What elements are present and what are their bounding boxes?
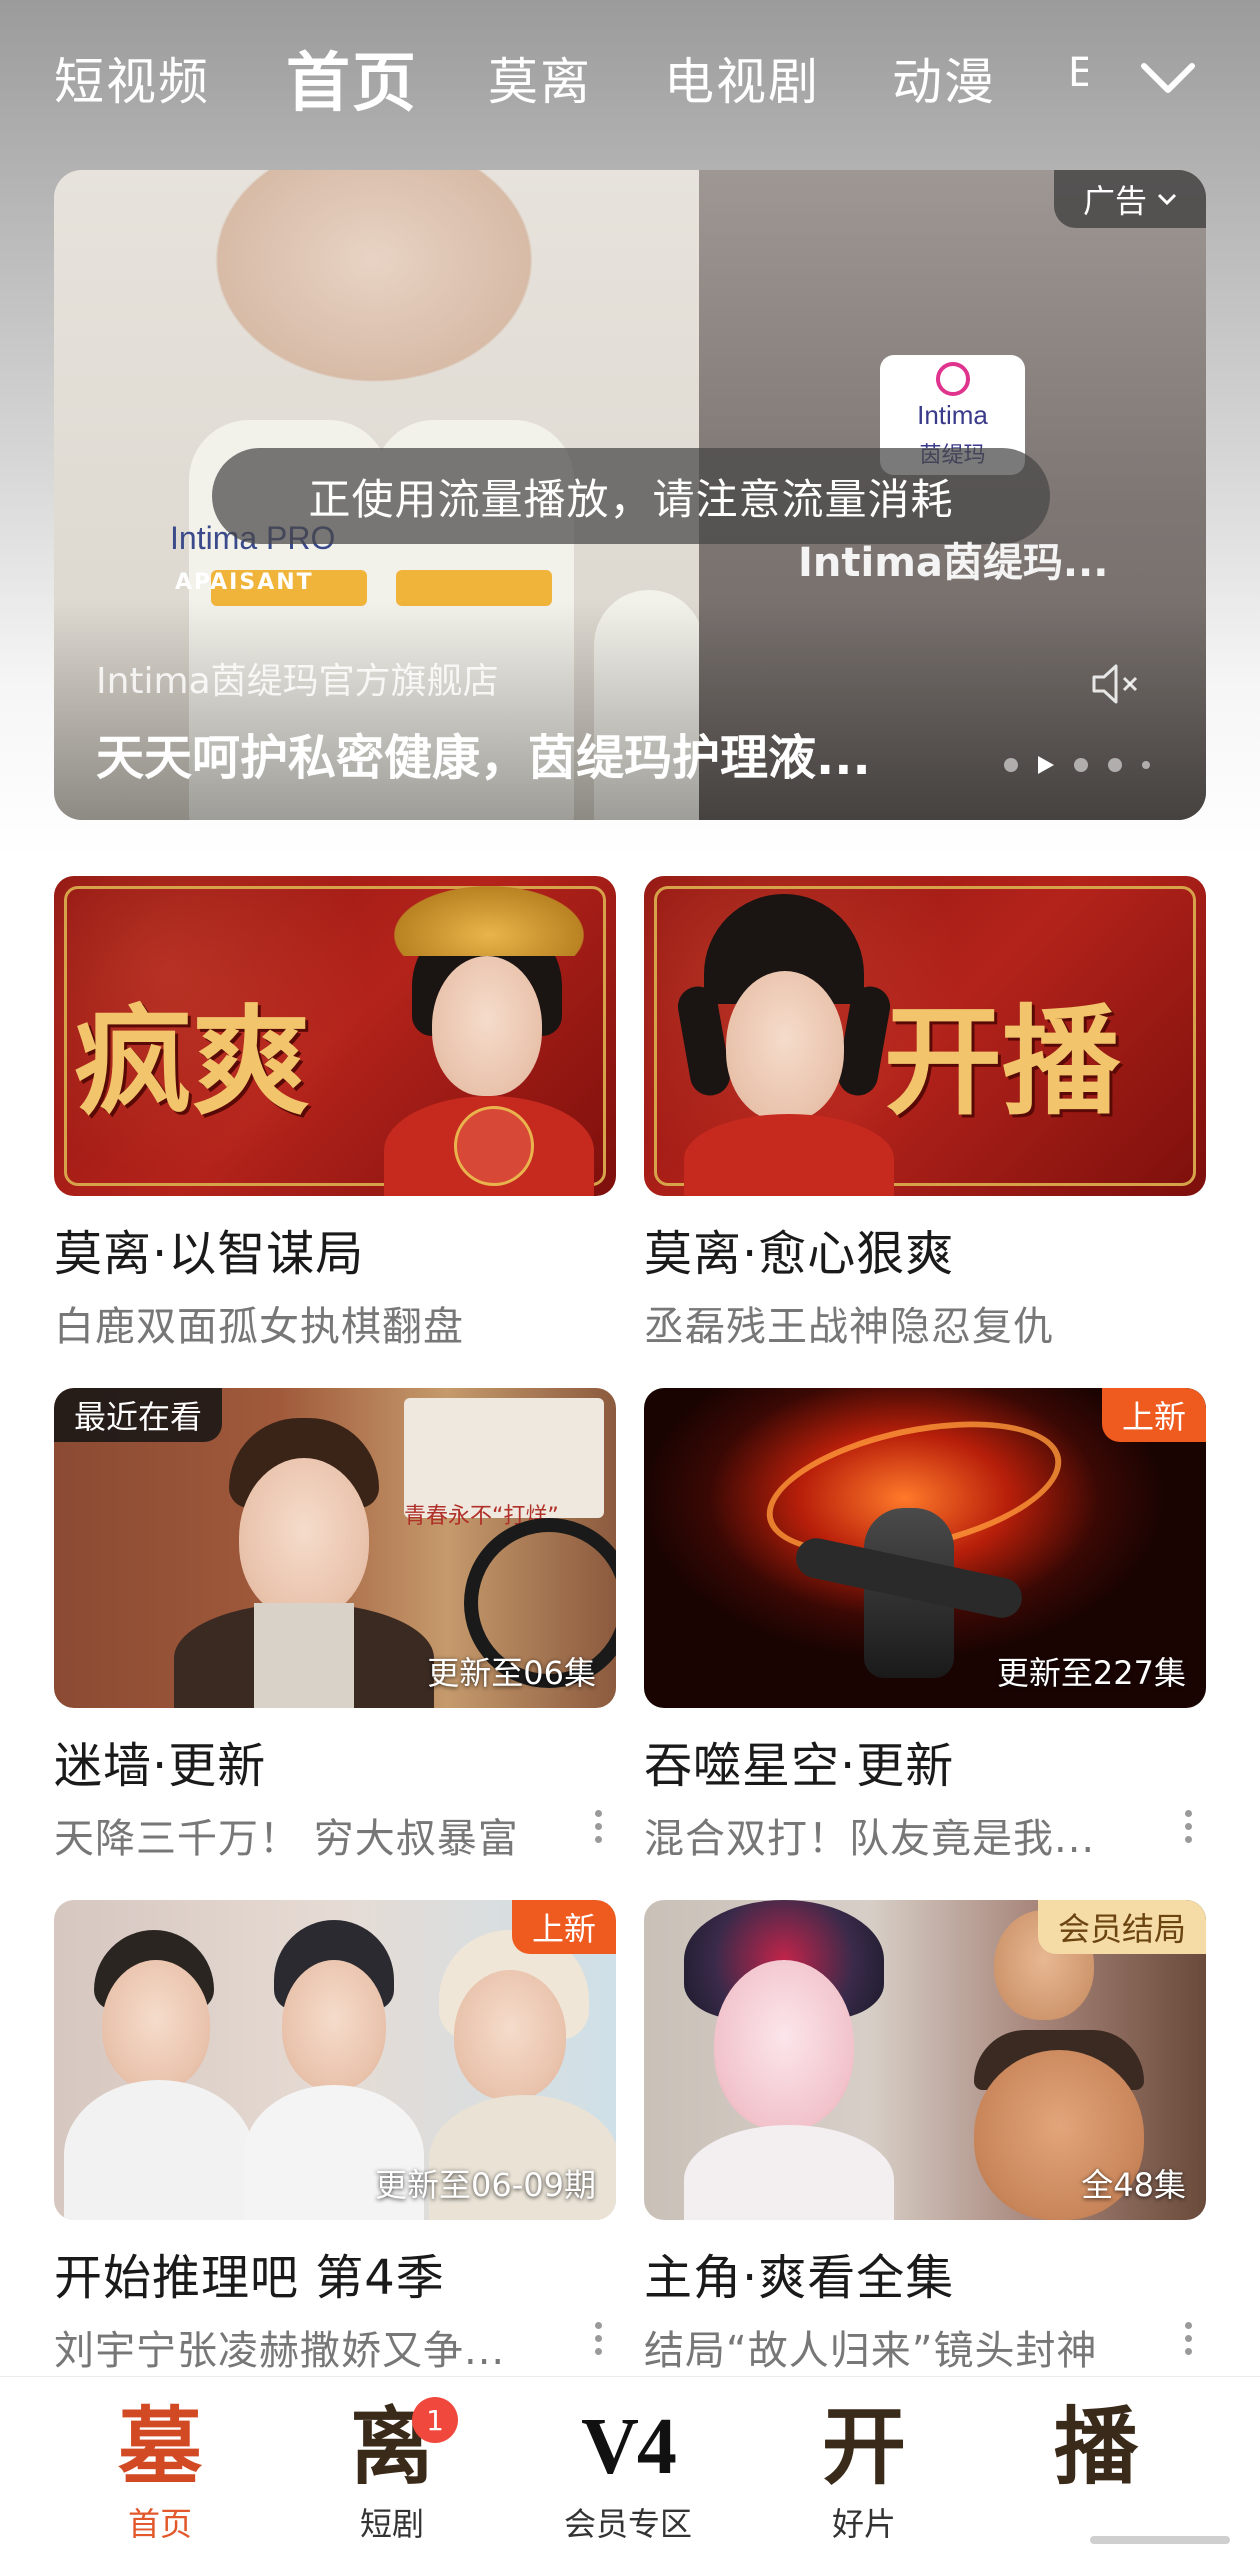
video-title[interactable]: 主角·爽看全集 xyxy=(644,2238,1206,2308)
carousel-indicator xyxy=(1004,756,1150,774)
tab-home[interactable]: 首页 xyxy=(286,32,418,124)
carousel-dot xyxy=(1142,761,1150,769)
video-subtitle: 混合双打！队友竟是我... xyxy=(644,1816,1096,1862)
ad-badge[interactable]: 广告 xyxy=(1054,170,1206,228)
video-subtitle: 天降三千万！ 穷大叔暴富 xyxy=(54,1816,519,1862)
tab-tv-series[interactable]: 电视剧 xyxy=(664,42,820,114)
video-thumbnail[interactable]: 青春永不“打烊” 最近在看 更新至06集 xyxy=(54,1388,616,1708)
more-options-icon[interactable] xyxy=(592,2322,604,2355)
nav-label: 好片 xyxy=(831,2505,896,2543)
video-subtitle: 丞磊残王战神隐忍复仇 xyxy=(644,1304,1054,1350)
video-title[interactable]: 迷墙·更新 xyxy=(54,1726,616,1796)
bottom-navigation: 墓 首页 离 短剧 1 V4 会员专区 开 好片 播 xyxy=(0,2376,1260,2559)
video-card[interactable]: 疯爽 莫离·以智谋局 白鹿双面孤女执棋翻盘 xyxy=(54,876,616,1352)
episode-count: 更新至227集 xyxy=(996,1654,1186,1692)
carousel-dot xyxy=(1074,758,1088,772)
nav-label: 短剧 xyxy=(359,2505,424,2543)
thumbnail-calligraphy: 开播 xyxy=(884,992,1121,1131)
video-subtitle: 刘宇宁张凌赫撒娇又争... xyxy=(54,2328,506,2374)
carousel-dot xyxy=(1108,758,1122,772)
channel-tabs: 短视频 首页 莫离 电视剧 动漫 E xyxy=(0,28,1260,124)
more-options-icon[interactable] xyxy=(1182,1810,1194,1843)
tab-overflow-partial[interactable]: E xyxy=(1068,50,1088,96)
episode-count: 全48集 xyxy=(1081,2166,1186,2204)
video-card[interactable]: 青春永不“打烊” 最近在看 更新至06集 迷墙·更新 天降三千万！ 穷大叔暴富 xyxy=(54,1388,616,1864)
tab-moli[interactable]: 莫离 xyxy=(488,42,592,114)
home-icon: 墓 xyxy=(117,2397,202,2496)
episode-count: 更新至06-09期 xyxy=(375,2166,596,2204)
new-badge: 上新 xyxy=(1101,1388,1206,1442)
carousel-dot-active xyxy=(1038,756,1054,774)
nav-item-short-drama[interactable]: 离 短剧 1 xyxy=(292,2377,492,2559)
video-title[interactable]: 吞噬星空·更新 xyxy=(644,1726,1206,1796)
video-card[interactable]: 开播 莫离·愈心狠爽 丞磊残王战神隐忍复仇 xyxy=(644,876,1206,1352)
video-subtitle: 白鹿双面孤女执棋翻盘 xyxy=(54,1304,464,1350)
more-options-icon[interactable] xyxy=(1182,2322,1194,2355)
video-thumbnail[interactable]: 开播 xyxy=(644,876,1206,1196)
ad-title[interactable]: 天天呵护私密健康，茵缇玛护理液... xyxy=(96,718,966,788)
brand-logo-icon xyxy=(935,361,970,396)
nav-label: 首页 xyxy=(127,2505,192,2543)
vip-level-icon: V4 xyxy=(581,2403,677,2491)
video-thumbnail[interactable]: 疯爽 xyxy=(54,876,616,1196)
ad-store-name[interactable]: Intima茵缇玛官方旗舰店 xyxy=(96,652,499,704)
home-indicator[interactable] xyxy=(1090,2536,1230,2544)
thumbnail-calligraphy: 疯爽 xyxy=(74,992,311,1131)
vip-finale-badge: 会员结局 xyxy=(1037,1900,1206,1954)
video-title[interactable]: 开始推理吧 第4季 xyxy=(54,2238,616,2308)
video-card[interactable]: 上新 更新至06-09期 开始推理吧 第4季 刘宇宁张凌赫撒娇又争... xyxy=(54,1900,616,2376)
nav-item-home[interactable]: 墓 首页 xyxy=(60,2377,260,2559)
tab-short-video[interactable]: 短视频 xyxy=(54,42,210,114)
episode-count: 更新至06集 xyxy=(427,1654,596,1692)
video-card[interactable]: 上新 更新至227集 吞噬星空·更新 混合双打！队友竟是我... xyxy=(644,1388,1206,1864)
new-badge: 上新 xyxy=(511,1900,616,1954)
video-thumbnail[interactable]: 上新 更新至06-09期 xyxy=(54,1900,616,2220)
nav-item-vip-zone[interactable]: V4 会员专区 xyxy=(528,2377,728,2559)
profile-icon: 播 xyxy=(1053,2397,1138,2496)
recently-watched-badge: 最近在看 xyxy=(54,1388,223,1442)
chevron-down-icon[interactable] xyxy=(1128,38,1208,118)
video-title[interactable]: 莫离·愈心狠爽 xyxy=(644,1214,1206,1284)
chevron-down-icon xyxy=(1157,193,1177,206)
good-films-icon: 开 xyxy=(821,2397,906,2496)
mute-icon[interactable] xyxy=(1090,660,1146,708)
video-title[interactable]: 莫离·以智谋局 xyxy=(54,1214,616,1284)
video-card[interactable]: 会员结局 全48集 主角·爽看全集 结局“故人归来”镜头封神 xyxy=(644,1900,1206,2376)
ad-badge-label: 广告 xyxy=(1082,182,1147,220)
ad-brand-overlay: Intima茵缇玛... xyxy=(798,540,1109,586)
video-thumbnail[interactable]: 会员结局 全48集 xyxy=(644,1900,1206,2220)
nav-item-good-films[interactable]: 开 好片 xyxy=(764,2377,964,2559)
carousel-dot xyxy=(1004,758,1018,772)
brand-logo-en: Intima xyxy=(917,399,988,430)
tab-anime[interactable]: 动漫 xyxy=(892,42,996,114)
nav-item-profile[interactable]: 播 xyxy=(996,2377,1196,2559)
notification-badge: 1 xyxy=(412,2397,458,2443)
video-subtitle: 结局“故人归来”镜头封神 xyxy=(644,2328,1098,2374)
product-label-text: APAISANT xyxy=(175,570,314,595)
video-thumbnail[interactable]: 上新 更新至227集 xyxy=(644,1388,1206,1708)
more-options-icon[interactable] xyxy=(592,1810,604,1843)
nav-label: 会员专区 xyxy=(563,2505,692,2543)
